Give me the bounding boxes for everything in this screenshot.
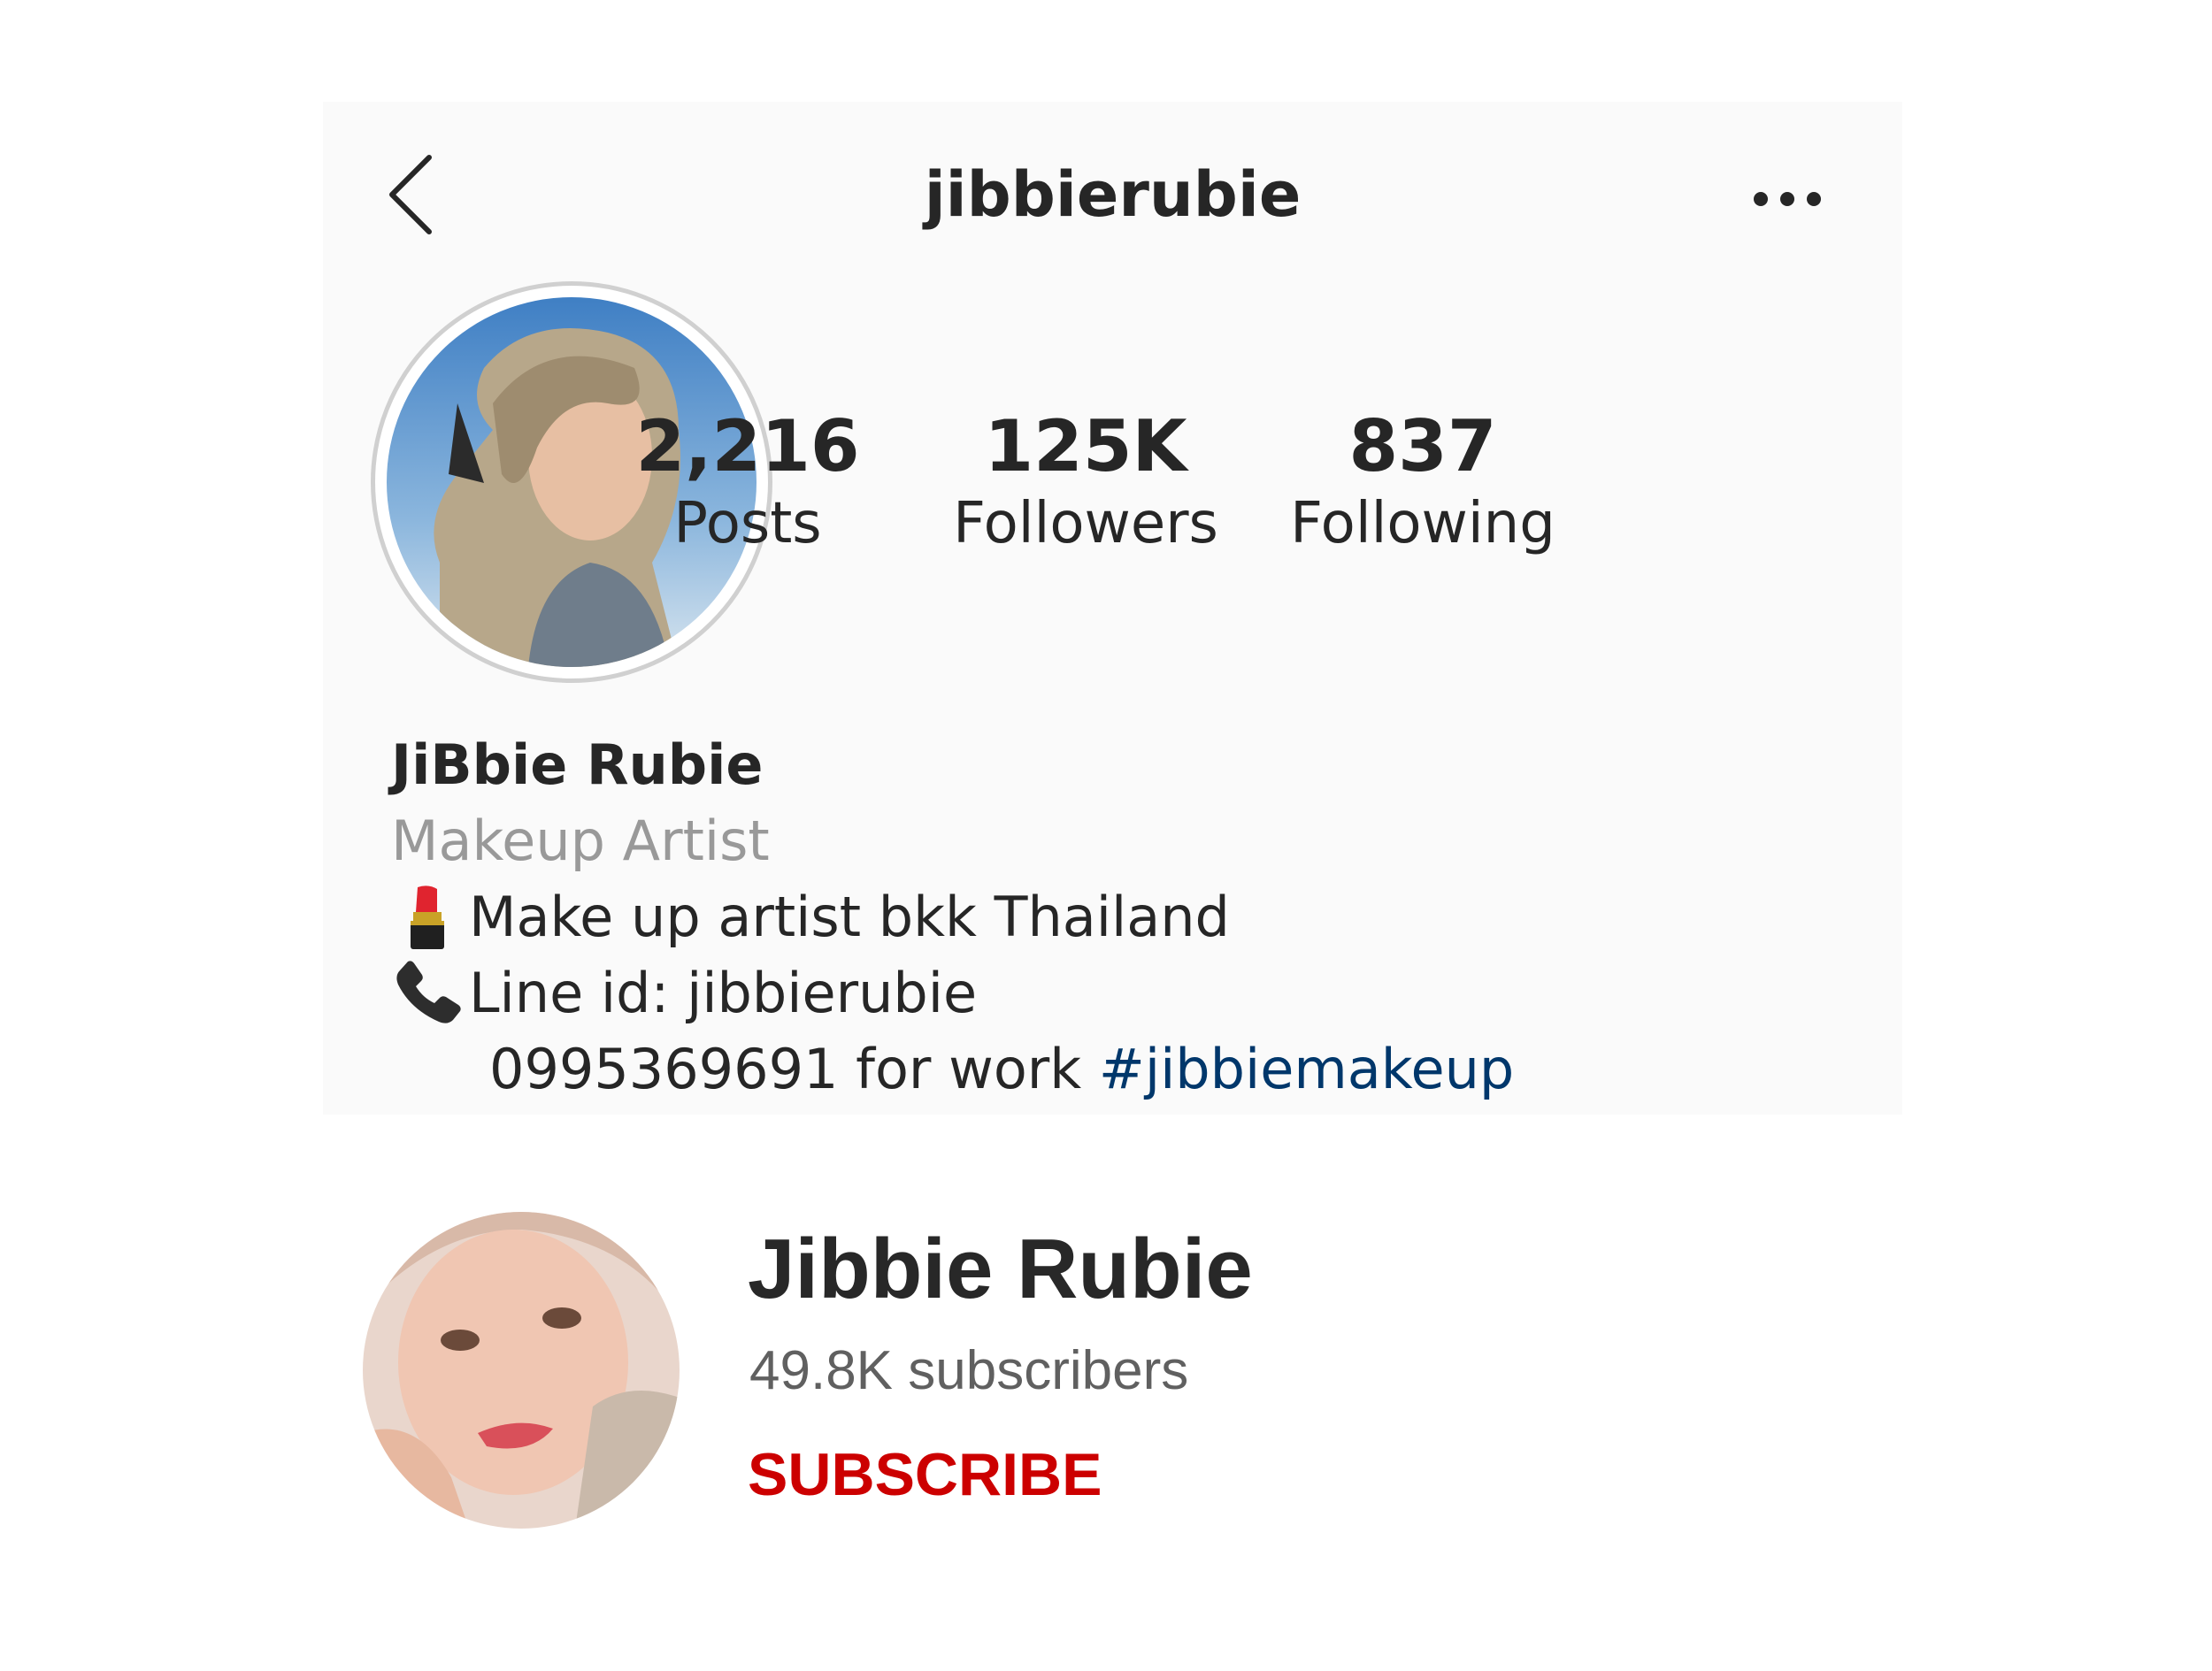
stat-posts[interactable]: 2,216 Posts [597, 407, 898, 562]
posts-label: Posts [673, 491, 822, 556]
profile-username-title: jibbierubie [924, 158, 1302, 231]
subscribe-button[interactable]: SUBSCRIBE [748, 1437, 1102, 1513]
bio-line: 0995369691 for work #jibbiemakeup [489, 1034, 1514, 1105]
instagram-profile-card: jibbierubie 2,216 Posts 125K Followers 8… [323, 102, 1902, 1115]
stat-followers[interactable]: 125K Followers [935, 407, 1236, 562]
telephone-icon [391, 958, 469, 1029]
channel-avatar-photo [363, 1212, 680, 1529]
bio-line-text: 0995369691 for work [489, 1037, 1082, 1101]
followers-count: 125K [984, 405, 1187, 487]
lipstick-icon [391, 882, 469, 953]
bio-line: Make up artist bkk Thailand [391, 882, 1230, 953]
following-label: Following [1290, 491, 1555, 556]
following-count: 837 [1348, 405, 1497, 487]
subscriber-count: 49.8K subscribers [749, 1340, 1189, 1401]
stat-following[interactable]: 837 Following [1272, 407, 1573, 562]
profile-category: Makeup Artist [391, 809, 770, 873]
bio-line-text: Line id: jibbierubie [469, 961, 978, 1025]
bio-line: Line id: jibbierubie [391, 958, 977, 1029]
more-options-button[interactable] [1739, 164, 1836, 234]
followers-label: Followers [953, 491, 1218, 556]
profile-display-name: JiBbie Rubie [391, 732, 764, 797]
channel-name[interactable]: Jibbie Rubie [748, 1221, 1253, 1318]
hashtag-link[interactable]: #jibbiemakeup [1099, 1037, 1514, 1101]
posts-count: 2,216 [635, 405, 860, 487]
bio-line-text: Make up artist bkk Thailand [469, 885, 1230, 949]
more-horizontal-icon [1754, 192, 1821, 206]
channel-avatar[interactable] [363, 1212, 680, 1529]
